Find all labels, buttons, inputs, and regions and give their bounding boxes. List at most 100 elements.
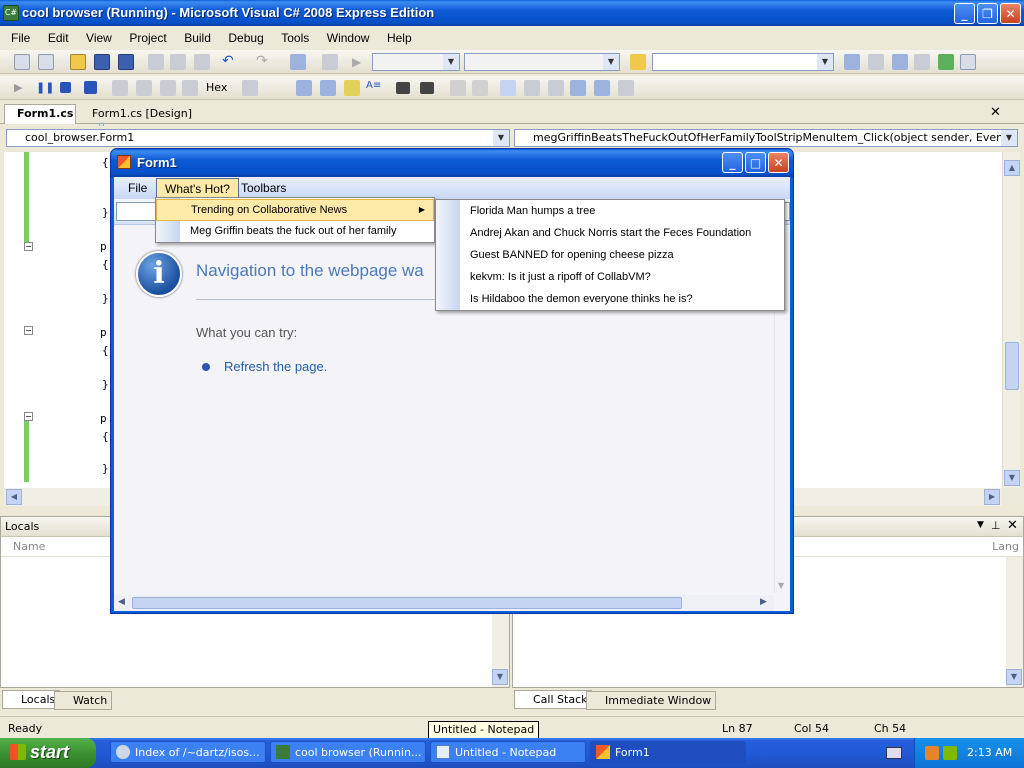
tray-network-icon[interactable] xyxy=(925,746,939,760)
menu-item-trending[interactable]: Trending on Collaborative News ▶ xyxy=(156,199,434,221)
menu-tools[interactable]: Tools xyxy=(274,28,316,48)
show-next-statement-icon[interactable] xyxy=(112,80,128,96)
news-item[interactable]: Is Hildaboo the demon everyone thinks he… xyxy=(436,289,784,311)
keyboard-icon[interactable] xyxy=(886,747,902,759)
menu-item-meg-griffin[interactable]: Meg Griffin beats the fuck out of her fa… xyxy=(156,221,434,243)
next-bookmark-icon[interactable] xyxy=(548,80,564,96)
scroll-down-icon[interactable]: ▼ xyxy=(492,669,508,685)
tab-form1-design[interactable]: Form1.cs [Design] 🔒 xyxy=(80,105,204,133)
toolbox-icon[interactable] xyxy=(914,54,930,70)
undo-icon[interactable]: ↶ xyxy=(222,54,238,70)
paste-icon[interactable] xyxy=(194,54,210,70)
scroll-up-icon[interactable]: ▲ xyxy=(1004,160,1020,176)
new-project-icon[interactable] xyxy=(14,54,30,70)
find-combo[interactable]: ▼ xyxy=(652,53,834,71)
menu-project[interactable]: Project xyxy=(122,28,173,48)
collapse-icon[interactable]: − xyxy=(24,412,33,421)
collapse-icon[interactable]: − xyxy=(24,242,33,251)
add-item-icon[interactable] xyxy=(38,54,54,70)
find-in-files-icon[interactable] xyxy=(630,54,646,70)
other-windows-icon[interactable] xyxy=(960,54,976,70)
form-close-icon[interactable]: ✕ xyxy=(768,152,789,173)
properties-icon[interactable] xyxy=(868,54,884,70)
form-menu-file[interactable]: File xyxy=(128,181,147,195)
refresh-link[interactable]: Refresh the page. xyxy=(224,359,327,374)
news-item[interactable]: Guest BANNED for opening cheese pizza xyxy=(436,245,784,267)
save-icon[interactable] xyxy=(94,54,110,70)
restore-icon[interactable]: ❐ xyxy=(977,3,998,24)
news-item[interactable]: Andrej Akan and Chuck Norris start the F… xyxy=(436,223,784,245)
start-button[interactable]: start xyxy=(0,738,96,768)
news-item[interactable]: kekvm: Is it just a ripoff of CollabVM? xyxy=(436,267,784,289)
scroll-down-icon[interactable]: ▼ xyxy=(1006,669,1022,685)
tab-watch[interactable]: Watch xyxy=(54,691,113,710)
solution-config-combo[interactable]: ▼ xyxy=(372,53,460,71)
member-combo[interactable]: megGriffinBeatsTheFuckOutOfHerFamilyTool… xyxy=(514,129,1018,147)
text-format-icon[interactable]: A≡ xyxy=(366,80,382,96)
scroll-thumb[interactable] xyxy=(1005,342,1019,390)
tab-form1-cs[interactable]: Form1.cs xyxy=(4,104,76,124)
task-notepad[interactable]: Untitled - Notepad xyxy=(430,741,586,763)
form1-title-bar[interactable]: Form1 _ □ ✕ xyxy=(111,149,793,177)
scroll-right-icon[interactable]: ▶ xyxy=(984,489,1000,505)
collapse-icon[interactable]: − xyxy=(24,326,33,335)
menu-help[interactable]: Help xyxy=(380,28,419,48)
prev-bookmark-folder-icon[interactable] xyxy=(570,80,586,96)
ide-title-bar[interactable]: C# cool browser (Running) - Microsoft Vi… xyxy=(0,0,1024,26)
editor-vertical-scrollbar[interactable]: ▲ ▼ xyxy=(1002,152,1020,488)
minimize-icon[interactable]: _ xyxy=(954,3,975,24)
callstack-vertical-scrollbar[interactable]: ▼ xyxy=(1006,557,1023,687)
clock[interactable]: 2:13 AM xyxy=(967,746,1012,759)
close-panel-icon[interactable]: ✕ xyxy=(1007,518,1018,533)
bookmark-icon[interactable] xyxy=(500,80,516,96)
redo-icon[interactable]: ↷ xyxy=(256,54,272,70)
break-all-icon[interactable]: ❚❚ xyxy=(36,80,54,96)
task-index-of[interactable]: Index of /~dartz/isos... xyxy=(110,741,266,763)
prev-bookmark-icon[interactable] xyxy=(524,80,540,96)
close-document-icon[interactable]: ✕ xyxy=(990,105,1001,120)
task-form1[interactable]: Form1 xyxy=(590,741,746,763)
next-bookmark-folder-icon[interactable] xyxy=(594,80,610,96)
news-item[interactable]: Florida Man humps a tree xyxy=(436,201,784,223)
tab-call-stack[interactable]: Call Stack xyxy=(514,690,593,709)
tab-immediate-window[interactable]: Immediate Window xyxy=(586,691,717,710)
copy-icon[interactable] xyxy=(170,54,186,70)
step-out-icon[interactable] xyxy=(182,80,198,96)
solution-explorer-icon[interactable] xyxy=(844,54,860,70)
task-cool-browser[interactable]: cool browser (Runnin... xyxy=(270,741,426,763)
comment-icon[interactable] xyxy=(450,80,466,96)
form-minimize-icon[interactable]: _ xyxy=(722,152,743,173)
find-icon[interactable] xyxy=(322,54,338,70)
cut-icon[interactable] xyxy=(148,54,164,70)
restart-icon[interactable] xyxy=(84,81,97,94)
platform-combo[interactable]: ▼ xyxy=(464,53,620,71)
close-icon[interactable]: ✕ xyxy=(1000,3,1021,24)
scroll-left-icon[interactable]: ◀ xyxy=(6,489,22,505)
uncomment-icon[interactable] xyxy=(472,80,488,96)
scroll-left-icon[interactable]: ◀ xyxy=(118,597,125,607)
scroll-right-icon[interactable]: ▶ xyxy=(760,597,767,607)
menu-edit[interactable]: Edit xyxy=(41,28,76,48)
pointer-icon[interactable] xyxy=(296,80,312,96)
breakpoints-window-icon[interactable] xyxy=(242,80,258,96)
form-menu-toolbars[interactable]: Toolbars xyxy=(241,181,286,195)
form-horizontal-scrollbar[interactable]: ◀ ▶ xyxy=(114,595,774,611)
stop-debug-icon[interactable] xyxy=(60,82,71,93)
menu-debug[interactable]: Debug xyxy=(221,28,270,48)
scroll-down-icon[interactable]: ▼ xyxy=(778,581,784,590)
h-scroll-thumb[interactable] xyxy=(132,597,682,609)
start-debug-icon[interactable]: ▶ xyxy=(352,54,368,70)
menu-window[interactable]: Window xyxy=(320,28,377,48)
object-browser-icon[interactable] xyxy=(892,54,908,70)
decrease-indent-icon[interactable] xyxy=(396,82,410,94)
menu-build[interactable]: Build xyxy=(177,28,218,48)
clear-bookmarks-icon[interactable] xyxy=(618,80,634,96)
form-menu-whats-hot[interactable]: What's Hot? xyxy=(156,178,239,199)
menu-file[interactable]: File xyxy=(4,28,37,48)
highlight-icon[interactable] xyxy=(344,80,360,96)
tab-locals[interactable]: Locals xyxy=(2,690,61,709)
step-into-icon[interactable] xyxy=(136,80,152,96)
save-all-icon[interactable] xyxy=(118,54,134,70)
open-folder-icon[interactable] xyxy=(70,54,86,70)
scroll-down-icon[interactable]: ▼ xyxy=(1004,470,1020,486)
